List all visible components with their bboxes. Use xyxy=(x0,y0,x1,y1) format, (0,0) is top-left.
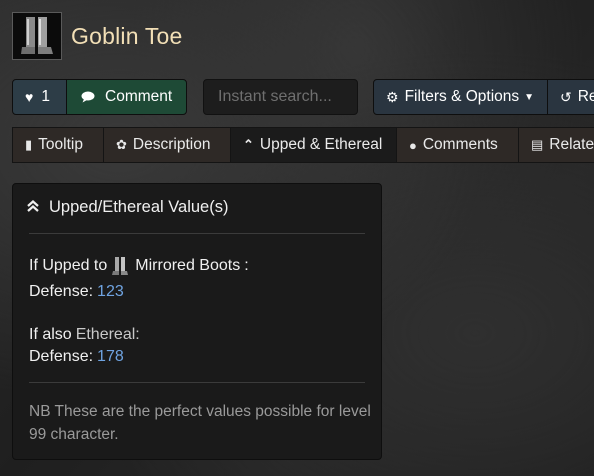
comment-icon xyxy=(81,91,95,103)
gear-icon: ⚙ xyxy=(386,88,399,105)
boots-icon xyxy=(112,256,130,276)
ethereal-line: If also Ethereal: xyxy=(29,326,140,344)
defense-line-ethereal: Defense: 178 xyxy=(29,348,124,366)
upped-line: If Upped to Mirrored Boots : xyxy=(29,256,249,276)
boots-icon xyxy=(12,12,62,60)
ethereal-prefix: If also xyxy=(29,326,72,343)
tab-bar: ▮ Tooltip ✿ Description ⌃ Upped & Ethere… xyxy=(12,127,594,163)
reset-label: Re xyxy=(577,88,594,105)
filters-label: Filters & Options xyxy=(404,88,520,105)
tab-description[interactable]: ✿ Description xyxy=(103,127,231,163)
mirrored-boots-link[interactable]: Mirrored Boots xyxy=(135,257,240,275)
card-icon: ▤ xyxy=(531,137,544,152)
filters-options-button[interactable]: ⚙ Filters & Options ▼ xyxy=(373,79,548,115)
tab-label: Comments xyxy=(422,136,498,153)
defense-value-upped: 123 xyxy=(97,283,124,300)
tab-comments[interactable]: ● Comments xyxy=(396,127,519,163)
comments-icon: ● xyxy=(409,137,417,153)
upped-ethereal-panel: Upped/Ethereal Value(s) If Upped to Mirr… xyxy=(12,183,382,460)
upped-suffix: : xyxy=(244,257,249,274)
reset-button[interactable]: ↺ Re xyxy=(547,79,594,115)
note-text: NB These are the perfect values possible… xyxy=(29,403,371,443)
toolbar: ♥ 1 Comment ⚙ Filters & Options ▼ ↺ Re xyxy=(12,79,594,115)
like-count: 1 xyxy=(41,88,50,105)
defense-value-ethereal: 178 xyxy=(97,348,124,365)
defense-label: Defense: xyxy=(29,283,94,300)
upped-prefix: If Upped to xyxy=(29,257,108,274)
tab-label: Tooltip xyxy=(38,136,83,153)
panel-title: Upped/Ethereal Value(s) xyxy=(27,198,228,217)
panel-title-text: Upped/Ethereal Value(s) xyxy=(49,198,229,216)
like-button[interactable]: ♥ 1 xyxy=(12,79,67,115)
divider xyxy=(29,382,365,383)
tooltip-icon: ▮ xyxy=(25,137,33,152)
divider xyxy=(29,233,365,234)
defense-label: Defense: xyxy=(29,348,94,365)
tab-label: Relate xyxy=(549,136,594,153)
search-input[interactable] xyxy=(203,79,358,115)
double-chevron-up-icon: ⌃ xyxy=(243,137,254,152)
comment-label: Comment xyxy=(105,88,173,105)
defense-line-upped: Defense: 123 xyxy=(29,283,124,301)
heart-icon: ♥ xyxy=(25,89,34,105)
feather-icon: ✿ xyxy=(116,137,127,152)
caret-down-icon: ▼ xyxy=(524,91,535,103)
tab-tooltip[interactable]: ▮ Tooltip xyxy=(12,127,104,163)
tab-label: Upped & Ethereal xyxy=(259,136,383,153)
page-title: Goblin Toe xyxy=(71,22,183,49)
item-header: Goblin Toe xyxy=(12,12,183,60)
ethereal-word: Ethereal: xyxy=(75,326,140,343)
tab-label: Description xyxy=(132,136,211,153)
undo-icon: ↺ xyxy=(560,88,572,105)
double-chevron-up-icon xyxy=(27,199,39,217)
comment-button[interactable]: Comment xyxy=(66,79,187,115)
tab-upped-ethereal[interactable]: ⌃ Upped & Ethereal xyxy=(230,127,397,163)
tab-related[interactable]: ▤ Relate xyxy=(518,127,594,163)
